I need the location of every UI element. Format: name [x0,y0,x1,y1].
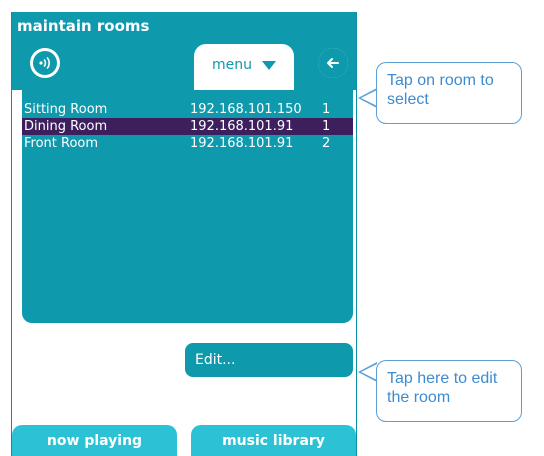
room-ip: 192.168.101.91 [190,136,294,151]
room-number: 2 [322,136,331,151]
menu-label: menu [212,57,252,73]
callout-pointer-fill [361,90,377,106]
room-row-front-room[interactable]: Front Room 192.168.101.91 2 [22,135,353,152]
callout-select-room: Tap on room to select [376,62,522,124]
room-list: Sitting Room 192.168.101.150 1 Dining Ro… [22,90,353,323]
menu-button[interactable]: menu [194,50,294,80]
room-row-sitting-room[interactable]: Sitting Room 192.168.101.150 1 [22,101,353,118]
speaker-icon [33,51,57,75]
room-number: 1 [322,119,331,134]
tab-music-library[interactable]: music library [191,425,356,456]
tab-now-playing[interactable]: now playing [12,425,177,456]
back-button[interactable] [318,48,348,78]
callout-edit-room: Tap here to edit the room [376,360,522,422]
room-ip: 192.168.101.150 [190,102,302,117]
back-arrow-icon [318,48,348,78]
room-row-dining-room[interactable]: Dining Room 192.168.101.91 1 [22,118,353,135]
room-name: Sitting Room [24,102,108,117]
room-name: Dining Room [24,119,108,134]
phone-screen: maintain rooms menu Sitting Room 192.168… [11,12,357,456]
room-number: 1 [322,102,331,117]
page-title: maintain rooms [12,12,356,40]
room-ip: 192.168.101.91 [190,119,294,134]
speaker-button[interactable] [30,48,60,78]
toolbar: menu [12,40,356,90]
edit-button[interactable]: Edit... [185,343,353,377]
callout-pointer-fill [361,364,377,380]
chevron-down-icon [262,60,276,70]
room-name: Front Room [24,136,99,151]
